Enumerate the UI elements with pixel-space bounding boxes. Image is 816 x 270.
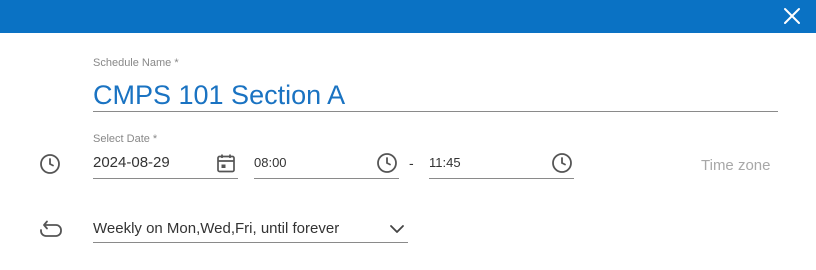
repeat-selected-value: Weekly on Mon,Wed,Fri, until forever bbox=[93, 220, 340, 237]
time-separator: - bbox=[409, 155, 414, 171]
dialog-header bbox=[0, 0, 816, 33]
clock-icon bbox=[40, 154, 60, 174]
select-date-label: Select Date * bbox=[93, 133, 158, 145]
end-time-value: 11:45 bbox=[429, 155, 461, 170]
date-value: 2024-08-29 bbox=[93, 154, 170, 171]
close-button[interactable] bbox=[780, 4, 804, 28]
schedule-name-label: Schedule Name * bbox=[93, 57, 179, 69]
start-time-field[interactable]: 08:00 bbox=[254, 152, 399, 179]
schedule-name-input[interactable]: CMPS 101 Section A bbox=[93, 78, 778, 112]
clock-icon[interactable] bbox=[376, 152, 398, 174]
calendar-icon[interactable] bbox=[215, 152, 237, 174]
start-time-value: 08:00 bbox=[254, 155, 287, 170]
repeat-dropdown[interactable]: Weekly on Mon,Wed,Fri, until forever bbox=[93, 218, 408, 243]
close-icon bbox=[784, 8, 800, 24]
end-time-field[interactable]: 11:45 bbox=[429, 152, 574, 179]
chevron-down-icon bbox=[390, 225, 404, 233]
timezone-field[interactable]: Time zone bbox=[701, 157, 770, 174]
clock-icon[interactable] bbox=[551, 152, 573, 174]
date-field[interactable]: 2024-08-29 bbox=[93, 152, 238, 179]
repeat-icon bbox=[40, 220, 62, 237]
